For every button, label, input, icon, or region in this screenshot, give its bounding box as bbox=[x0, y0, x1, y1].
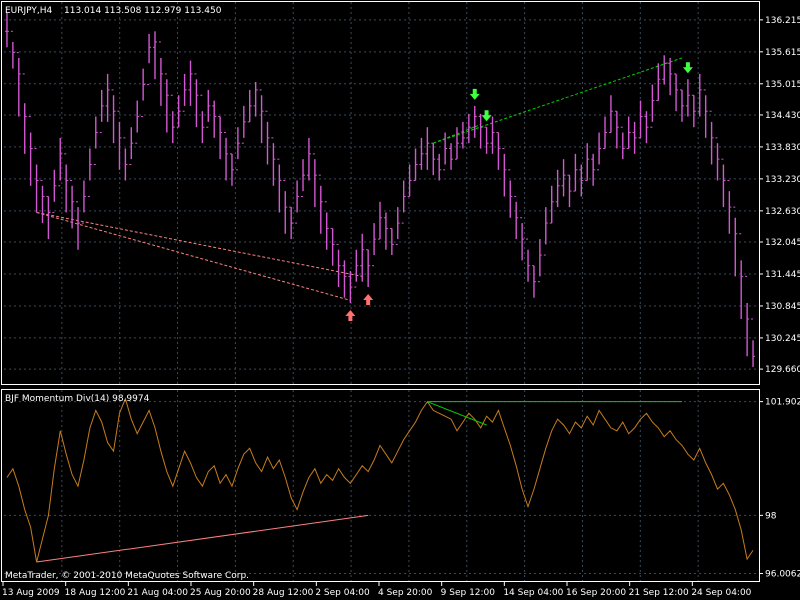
price-y-tick-label: 129.660 bbox=[765, 365, 800, 375]
y-axis-labels: 136.215 135.615 135.015 134.430 133.830 133.2… bbox=[759, 16, 800, 580]
x-tick-label: 14 Sep 04:00 bbox=[503, 588, 563, 598]
price-y-tick-label: 133.830 bbox=[765, 143, 800, 153]
indicator-y-tick-label: 96.0062 bbox=[765, 570, 800, 580]
chart-symbol: EURJPY,H4 bbox=[5, 6, 53, 16]
bearish-divergence-line bbox=[433, 57, 683, 144]
x-tick-label: 28 Aug 12:00 bbox=[253, 588, 314, 598]
down-arrow-icon bbox=[481, 110, 492, 122]
x-tick-label: 9 Sep 12:00 bbox=[441, 588, 496, 598]
bullish-divergence-line bbox=[36, 514, 369, 563]
up-arrow-icon bbox=[345, 310, 356, 322]
chart-canvas: 136.215 135.615 135.015 134.430 133.830 133.2… bbox=[1, 1, 800, 598]
x-tick-label: 4 Sep 20:00 bbox=[378, 588, 433, 598]
x-tick-label: 21 Sep 12:00 bbox=[629, 588, 689, 598]
price-y-tick-label: 134.430 bbox=[765, 111, 800, 121]
x-tick-label: 21 Aug 04:00 bbox=[127, 588, 188, 598]
up-arrow-icon bbox=[363, 294, 374, 306]
x-tick-label: 16 Sep 20:00 bbox=[566, 588, 626, 598]
price-y-tick-label: 132.630 bbox=[765, 207, 800, 217]
x-axis-labels: 13 Aug 2009 18 Aug 12:00 21 Aug 04:00 25 Au… bbox=[2, 582, 752, 598]
price-bars bbox=[4, 12, 756, 367]
price-y-tick-label: 130.245 bbox=[765, 334, 800, 344]
price-y-tick-label: 132.045 bbox=[765, 238, 800, 248]
price-y-tick-label: 133.230 bbox=[765, 175, 800, 185]
bullish-divergence-line bbox=[36, 211, 351, 301]
momentum-line bbox=[6, 397, 754, 563]
x-tick-label: 25 Aug 20:00 bbox=[190, 588, 251, 598]
price-y-tick-label: 130.845 bbox=[765, 302, 800, 312]
indicator-y-tick-label: 101.9024 bbox=[765, 398, 800, 408]
indicator-label: BJF Momentum Div(14) 98.9974 bbox=[5, 394, 150, 404]
x-tick-label: 13 Aug 2009 bbox=[2, 588, 60, 598]
indicator-divergence-lines bbox=[36, 401, 682, 563]
x-tick-label: 18 Aug 12:00 bbox=[65, 588, 126, 598]
down-arrow-icon bbox=[682, 62, 693, 74]
down-arrow-icon bbox=[469, 88, 480, 100]
indicator-panel-frame bbox=[1, 389, 760, 582]
x-tick-label: 2 Sep 04:00 bbox=[315, 588, 370, 598]
indicator-y-tick-label: 98 bbox=[765, 511, 777, 521]
copyright-text: MetaTrader, © 2001-2010 MetaQuotes Softw… bbox=[5, 571, 249, 581]
momentum-series-line bbox=[6, 397, 754, 563]
price-panel-frame bbox=[1, 1, 760, 385]
bearish-divergence-line bbox=[427, 401, 487, 426]
price-y-tick-label: 135.015 bbox=[765, 80, 800, 90]
x-tick-label: 24 Sep 04:00 bbox=[691, 588, 751, 598]
frame bbox=[1, 1, 760, 582]
chart-ohlc: 113.014 113.508 112.979 113.450 bbox=[64, 6, 222, 16]
price-y-tick-label: 131.445 bbox=[765, 270, 800, 280]
price-y-tick-label: 136.215 bbox=[765, 16, 800, 26]
grid bbox=[4, 2, 759, 581]
bullish-divergence-line bbox=[36, 211, 363, 277]
price-y-tick-label: 135.615 bbox=[765, 48, 800, 58]
